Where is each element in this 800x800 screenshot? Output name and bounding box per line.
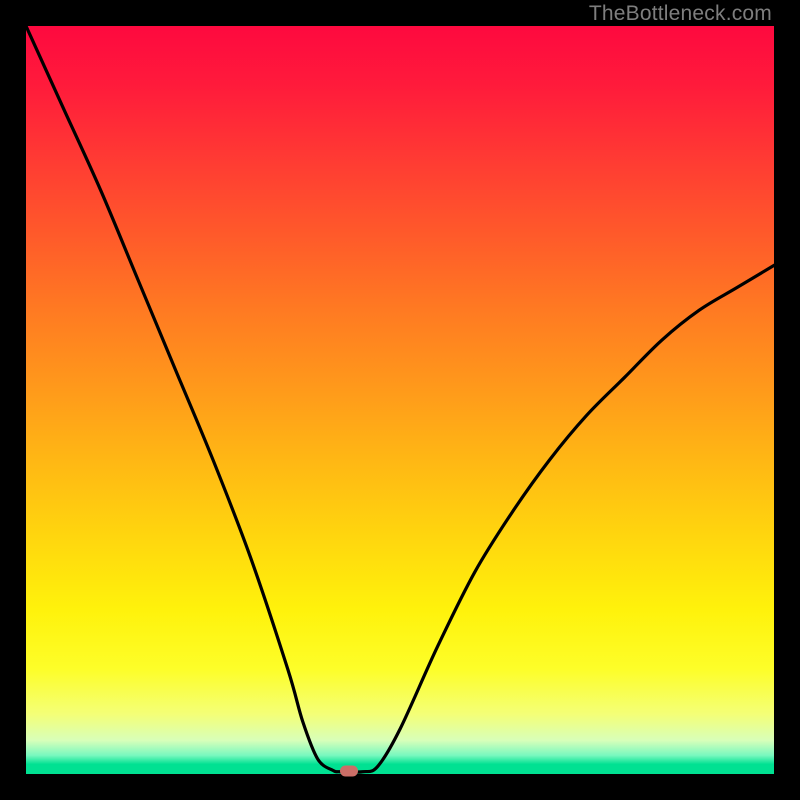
- chart-frame: TheBottleneck.com: [0, 0, 800, 800]
- watermark-text: TheBottleneck.com: [589, 2, 772, 26]
- optimum-marker: [340, 766, 358, 777]
- plot-area: [26, 26, 774, 774]
- bottleneck-curve: [26, 26, 774, 774]
